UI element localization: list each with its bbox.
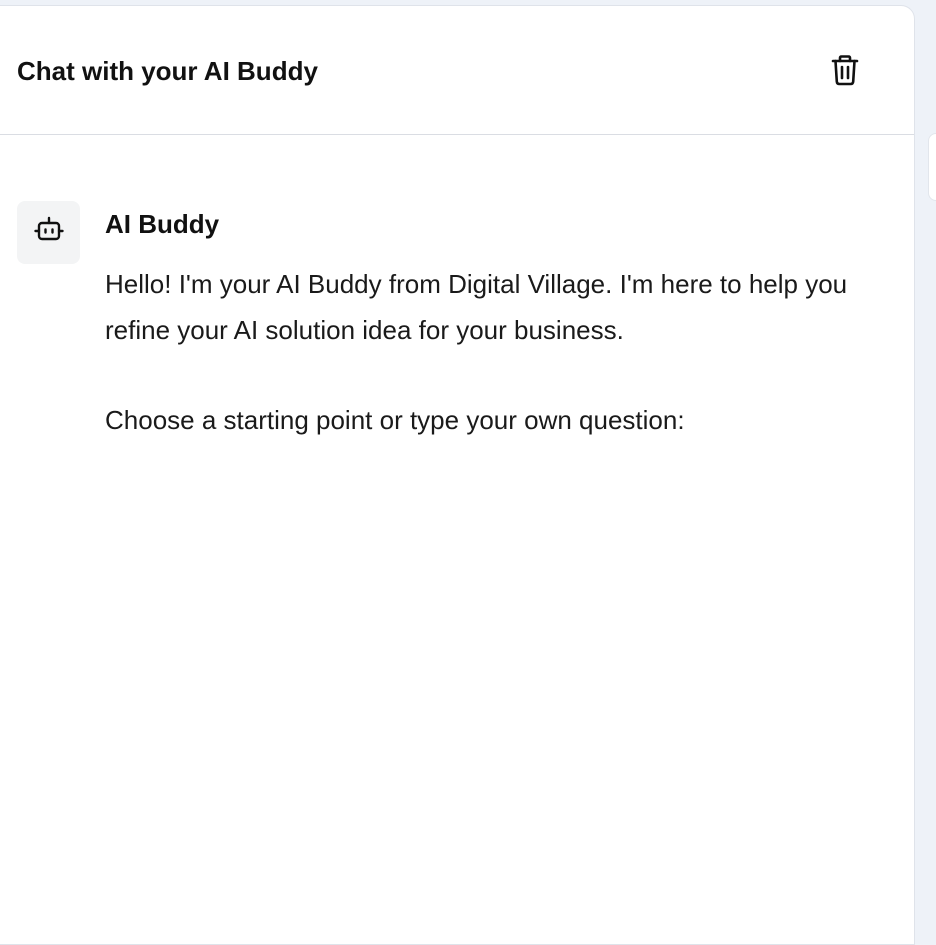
prompt-text: Choose a starting point or type your own… — [105, 405, 685, 435]
clear-chat-button[interactable] — [823, 50, 867, 94]
trash-icon — [830, 54, 860, 91]
chat-panel: Chat with your AI Buddy AI Buddy Hello! … — [0, 5, 915, 945]
robot-icon — [33, 216, 64, 249]
message-body: Hello! I'm your AI Buddy from Digital Vi… — [105, 261, 895, 443]
page-title: Chat with your AI Buddy — [17, 56, 318, 86]
avatar — [17, 201, 80, 264]
sender-name: AI Buddy — [105, 209, 220, 239]
side-panel-edge — [928, 133, 936, 201]
chat-header: Chat with your AI Buddy — [0, 6, 914, 135]
greeting-text: Hello! I'm your AI Buddy from Digital Vi… — [105, 269, 848, 345]
